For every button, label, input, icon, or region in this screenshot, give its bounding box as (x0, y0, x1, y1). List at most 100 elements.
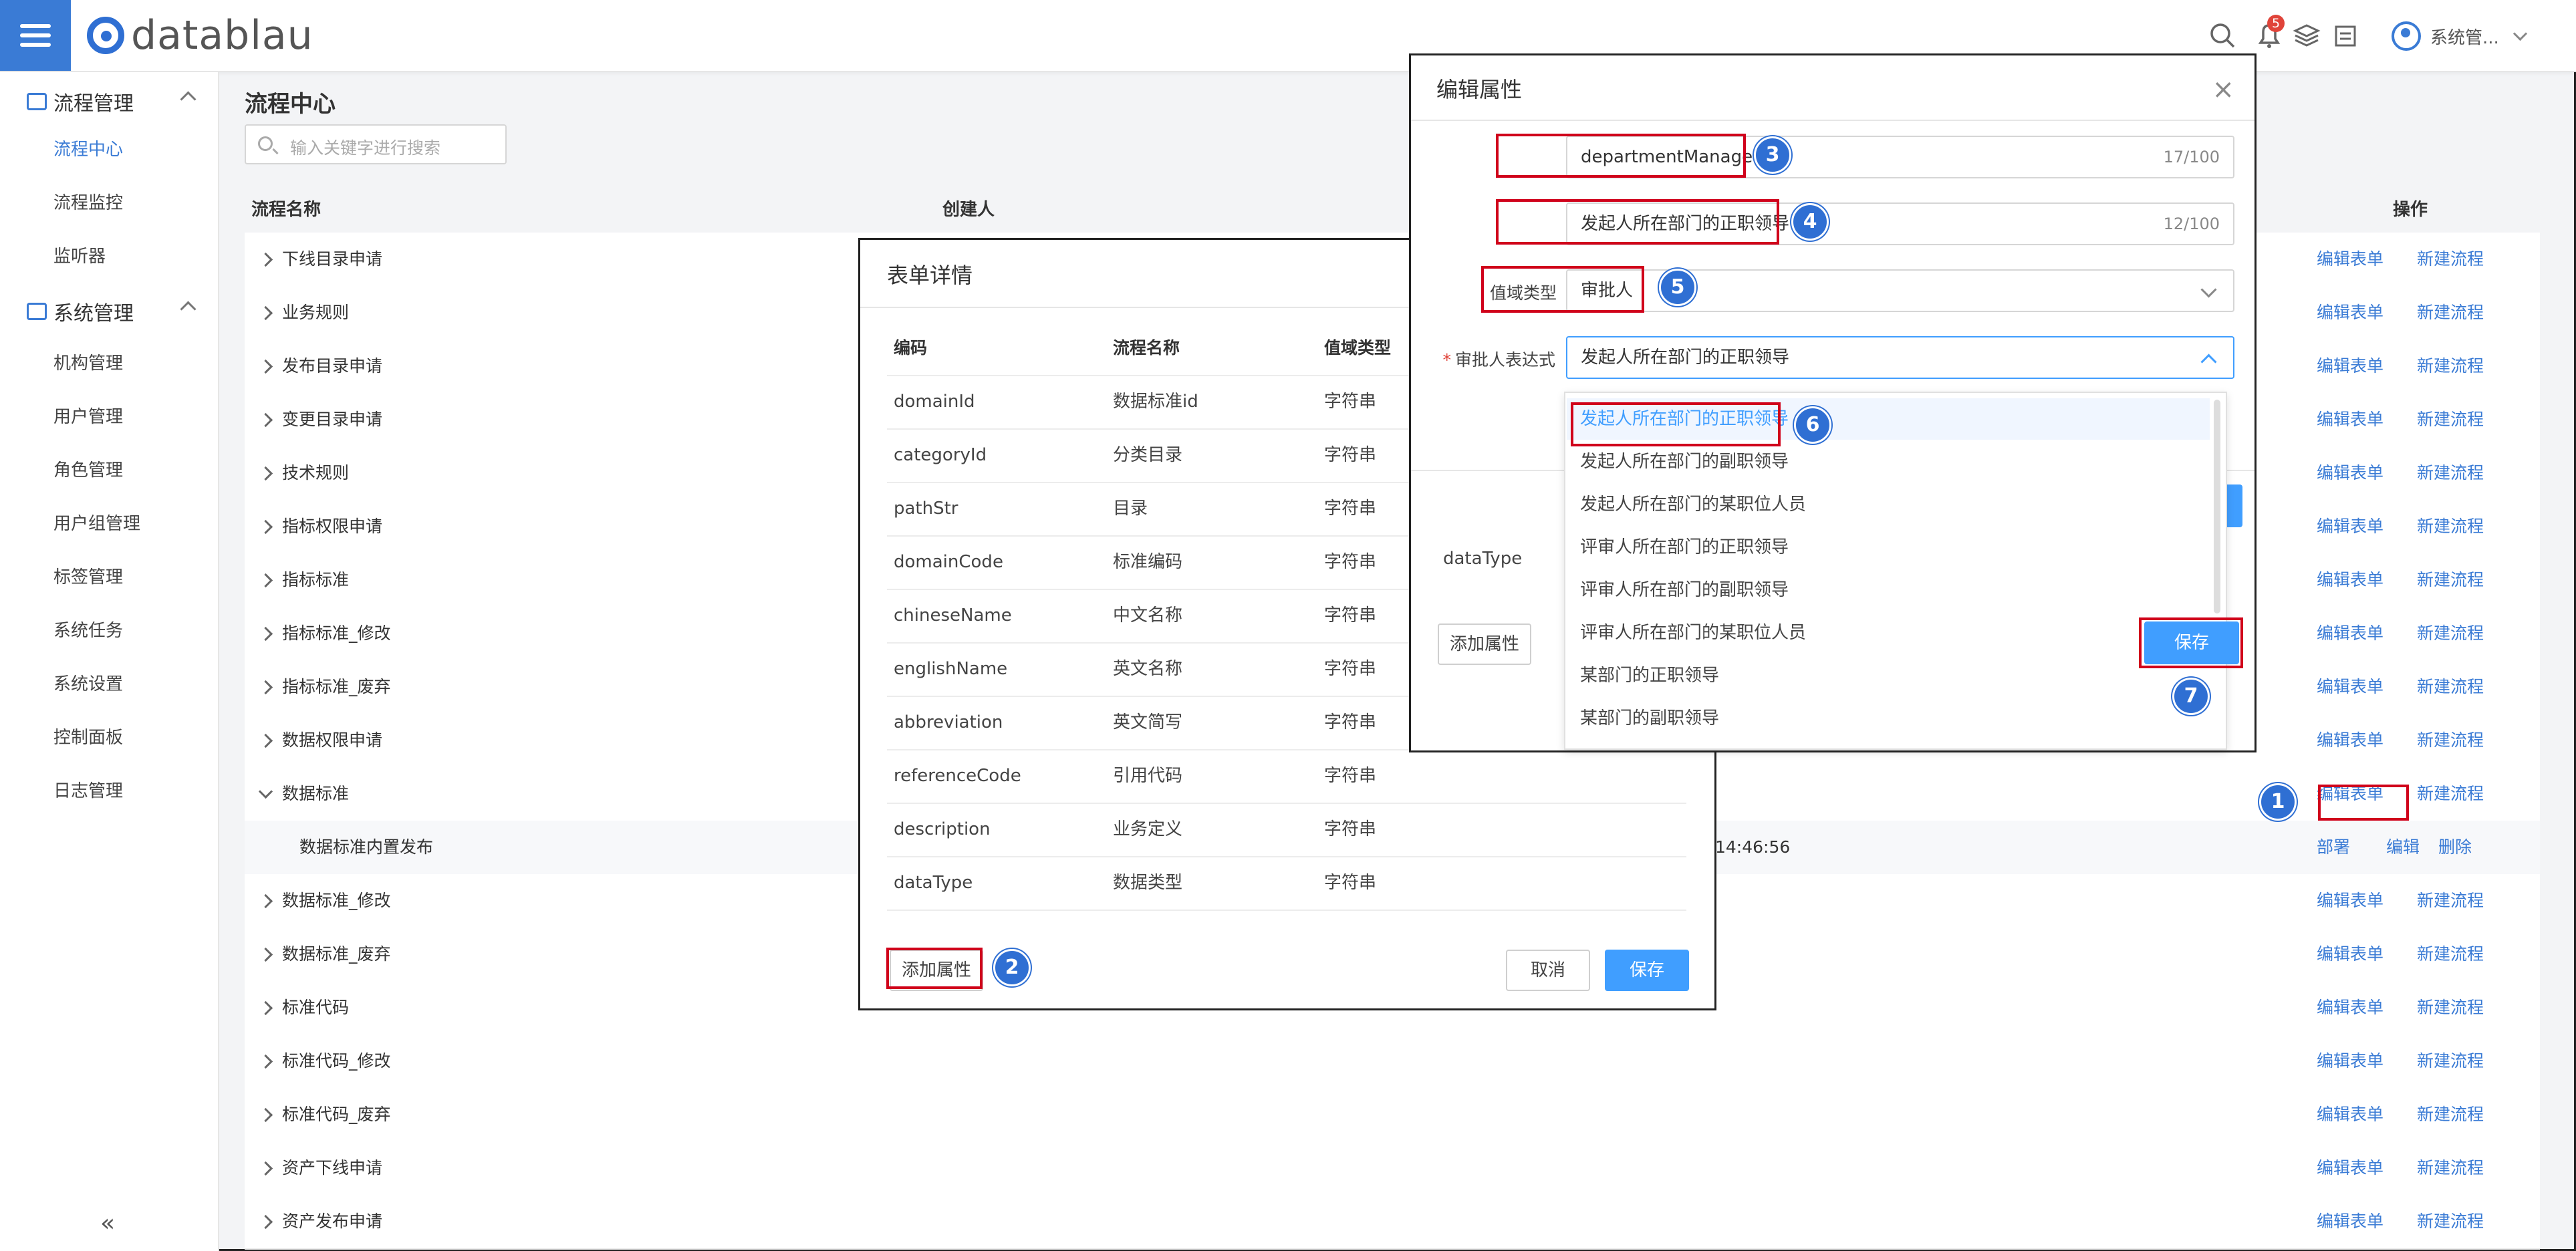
edit-form-link[interactable]: 编辑表单 (2317, 928, 2384, 981)
edit-form-link[interactable]: 编辑表单 (2317, 714, 2384, 767)
calendar-icon[interactable] (2330, 20, 2361, 51)
form-cell-code: domainId (894, 392, 975, 412)
sidebar-collapse-button[interactable]: « (100, 1210, 115, 1237)
sidebar-item-users[interactable]: 用户管理 (53, 402, 123, 432)
chevron-right-icon[interactable] (258, 466, 273, 481)
edit-form-link[interactable]: 编辑表单 (2317, 874, 2384, 928)
edit-form-link[interactable]: 编辑表单 (2317, 607, 2384, 660)
sidebar-item-system-settings[interactable]: 系统设置 (53, 670, 123, 699)
sidebar-item-dashboard[interactable]: 控制面板 (53, 723, 123, 752)
form-cell-flow-name: 数据类型 (1113, 873, 1183, 893)
menu-toggle-icon[interactable] (0, 0, 71, 71)
chevron-right-icon[interactable] (258, 1000, 273, 1016)
chevron-right-icon[interactable] (258, 305, 273, 321)
dropdown-option[interactable]: 发起人所在部门的某职位人员 (1580, 484, 1806, 525)
new-flow-link[interactable]: 新建流程 (2417, 714, 2484, 767)
chevron-right-icon[interactable] (258, 1214, 273, 1230)
table-row[interactable]: 资产下线申请 编辑表单 新建流程 (245, 1141, 2540, 1196)
new-flow-link[interactable]: 新建流程 (2417, 981, 2484, 1034)
chevron-right-icon[interactable] (258, 573, 273, 588)
chevron-right-icon[interactable] (258, 519, 273, 535)
layers-icon[interactable] (2291, 20, 2322, 51)
new-flow-link[interactable]: 新建流程 (2417, 446, 2484, 500)
new-flow-link[interactable]: 新建流程 (2417, 1088, 2484, 1141)
new-flow-link[interactable]: 新建流程 (2417, 660, 2484, 714)
sidebar-item-listener[interactable]: 监听器 (53, 242, 106, 271)
edit-form-link[interactable]: 编辑表单 (2317, 553, 2384, 607)
sidebar-item-roles[interactable]: 角色管理 (53, 456, 123, 485)
search-icon[interactable] (2207, 20, 2238, 51)
new-flow-link[interactable]: 新建流程 (2417, 286, 2484, 339)
edit-form-link[interactable]: 编辑表单 (2317, 393, 2384, 446)
dropdown-option[interactable]: 评审人所在部门的正职领导 (1580, 527, 1789, 568)
close-icon[interactable]: × (2212, 74, 2234, 105)
new-flow-link[interactable]: 新建流程 (2417, 233, 2484, 286)
edit-form-link[interactable]: 编辑表单 (2317, 1195, 2384, 1248)
dropdown-option[interactable]: 发起人所在部门的副职领导 (1580, 441, 1789, 482)
dropdown-scrollbar[interactable] (2214, 400, 2220, 613)
annotation-step-5: 5 (1659, 269, 1696, 306)
chevron-right-icon[interactable] (258, 359, 273, 374)
chevron-right-icon[interactable] (258, 947, 273, 962)
edit-form-link[interactable]: 编辑表单 (2317, 1034, 2384, 1088)
new-flow-link[interactable]: 新建流程 (2417, 1195, 2484, 1248)
chevron-right-icon[interactable] (258, 626, 273, 642)
table-row[interactable]: 标准代码_修改 编辑表单 新建流程 (245, 1034, 2540, 1089)
chevron-right-icon[interactable] (258, 412, 273, 428)
new-flow-link[interactable]: 新建流程 (2417, 928, 2484, 981)
chevron-right-icon[interactable] (258, 1107, 273, 1123)
table-row[interactable]: 标准代码_废弃 编辑表单 新建流程 (245, 1088, 2540, 1143)
dropdown-option[interactable]: 某部门的正职领导 (1580, 655, 1719, 696)
edit-form-link[interactable]: 编辑表单 (2317, 981, 2384, 1034)
dropdown-option[interactable]: 评审人所在部门的副职领导 (1580, 569, 1789, 611)
edit-form-link[interactable]: 编辑表单 (2317, 286, 2384, 339)
sidebar-item-user-groups[interactable]: 用户组管理 (53, 509, 140, 539)
form-cell-flow-name: 英文名称 (1113, 659, 1183, 679)
search-input[interactable]: 输入关键字进行搜索 (245, 124, 507, 164)
chevron-right-icon[interactable] (258, 893, 273, 909)
new-flow-link[interactable]: 新建流程 (2417, 393, 2484, 446)
new-flow-link[interactable]: 新建流程 (2417, 500, 2484, 553)
form-cell-value-type: 字符串 (1324, 499, 1377, 519)
cancel-button[interactable]: 取消 (1506, 950, 1590, 991)
chevron-right-icon[interactable] (258, 252, 273, 267)
edit-form-link[interactable]: 编辑表单 (2317, 233, 2384, 286)
sidebar-item-system-tasks[interactable]: 系统任务 (53, 616, 123, 646)
edit-form-link[interactable]: 编辑表单 (2317, 1141, 2384, 1195)
sidebar-group-system[interactable]: 系统管理 (27, 291, 197, 331)
save-button[interactable]: 保存 (1605, 950, 1689, 991)
new-flow-link[interactable]: 新建流程 (2417, 607, 2484, 660)
new-flow-link[interactable]: 新建流程 (2417, 339, 2484, 393)
edit-form-link[interactable]: 编辑表单 (2317, 660, 2384, 714)
deploy-link[interactable]: 部署 (2317, 821, 2350, 874)
sidebar-item-flow-monitor[interactable]: 流程监控 (53, 188, 123, 218)
dropdown-option[interactable]: 评审人所在部门的某职位人员 (1580, 612, 1806, 654)
logo[interactable]: datablau (87, 12, 313, 59)
edit-form-link[interactable]: 编辑表单 (2317, 1088, 2384, 1141)
approver-expression-select[interactable]: 发起人所在部门的正职领导 (1566, 336, 2234, 379)
new-flow-link[interactable]: 新建流程 (2417, 767, 2484, 821)
edit-form-link[interactable]: 编辑表单 (2317, 339, 2384, 393)
chevron-down-icon[interactable] (258, 784, 273, 799)
new-flow-link[interactable]: 新建流程 (2417, 553, 2484, 607)
new-flow-link[interactable]: 新建流程 (2417, 1034, 2484, 1088)
delete-link[interactable]: 删除 (2438, 821, 2472, 874)
chevron-right-icon[interactable] (258, 1161, 273, 1176)
edit-form-link[interactable]: 编辑表单 (2317, 446, 2384, 500)
user-menu[interactable]: 系统管... (2392, 17, 2527, 55)
dropdown-option[interactable]: 某部门的副职领导 (1580, 698, 1719, 739)
sidebar-item-tags[interactable]: 标签管理 (53, 563, 123, 592)
chevron-right-icon[interactable] (258, 680, 273, 695)
sidebar-item-logs[interactable]: 日志管理 (53, 777, 123, 806)
edit-link[interactable]: 编辑 (2386, 821, 2420, 874)
behind-add-attribute-button[interactable]: 添加属性 (1438, 623, 1531, 665)
sidebar-group-flow[interactable]: 流程管理 (27, 82, 197, 122)
sidebar-item-flow-center[interactable]: 流程中心 (53, 135, 123, 164)
chevron-right-icon[interactable] (258, 1054, 273, 1069)
table-row[interactable]: 资产发布申请 编辑表单 新建流程 (245, 1195, 2540, 1250)
sidebar-item-org[interactable]: 机构管理 (53, 349, 123, 378)
chevron-right-icon[interactable] (258, 733, 273, 748)
new-flow-link[interactable]: 新建流程 (2417, 1141, 2484, 1195)
new-flow-link[interactable]: 新建流程 (2417, 874, 2484, 928)
edit-form-link[interactable]: 编辑表单 (2317, 500, 2384, 553)
